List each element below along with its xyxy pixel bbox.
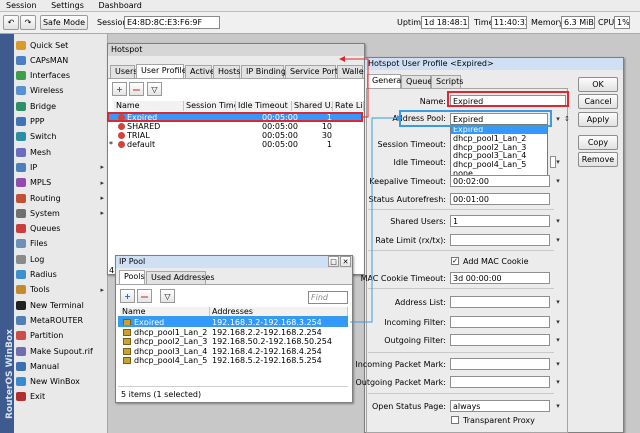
blue-connector	[350, 117, 397, 323]
red-connector	[345, 58, 369, 118]
red-connector-arrowhead	[339, 56, 345, 62]
blue-connector-arrowhead	[397, 115, 403, 121]
annotation-connectors	[339, 56, 403, 323]
